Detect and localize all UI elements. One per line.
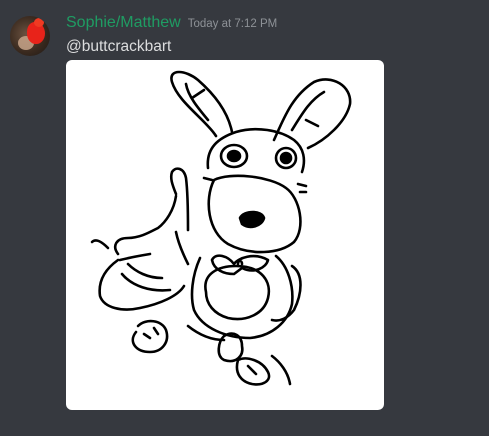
belly bbox=[204, 264, 271, 321]
user-avatar[interactable] bbox=[10, 16, 50, 56]
right-arm bbox=[270, 264, 302, 322]
right-ear bbox=[272, 78, 352, 150]
left-ear bbox=[170, 70, 234, 138]
left-arm bbox=[114, 194, 178, 256]
image-attachment[interactable] bbox=[66, 60, 384, 410]
right-foot bbox=[217, 332, 244, 363]
timestamp[interactable]: Today at 7:12 PM bbox=[188, 18, 278, 30]
message-header: Sophie/Matthew Today at 7:12 PM bbox=[66, 14, 277, 32]
message-text: @buttcrackbart bbox=[66, 38, 172, 55]
chat-message: Sophie/Matthew Today at 7:12 PM @buttcra… bbox=[0, 0, 489, 436]
lower-foot bbox=[235, 357, 271, 386]
username[interactable]: Sophie/Matthew bbox=[66, 14, 181, 32]
avatar-red-mark-top bbox=[34, 18, 44, 27]
left-hand bbox=[169, 167, 190, 232]
bunny-drawing bbox=[90, 70, 352, 386]
left-foot bbox=[131, 319, 169, 354]
nose bbox=[238, 210, 266, 229]
